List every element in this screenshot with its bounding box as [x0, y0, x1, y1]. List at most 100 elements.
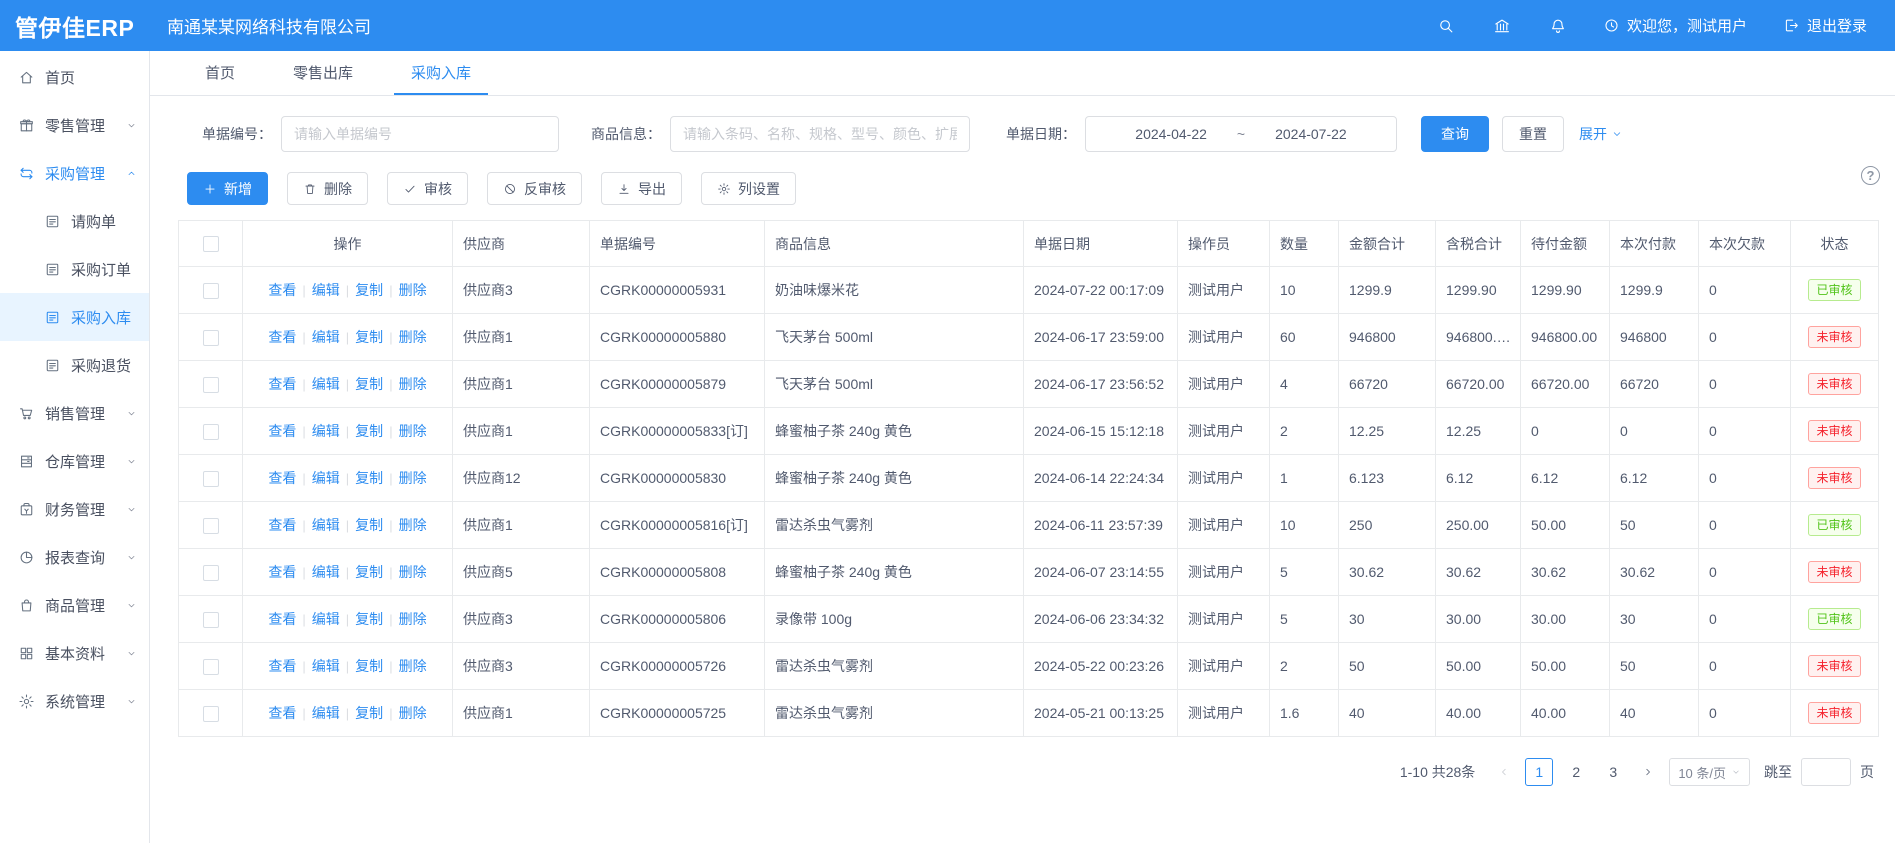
sidebar-item-sales-mgmt[interactable]: 销售管理: [0, 389, 149, 437]
export-button[interactable]: 导出: [601, 172, 682, 205]
action-view-link[interactable]: 查看: [268, 470, 296, 486]
action-view-link[interactable]: 查看: [268, 423, 296, 439]
action-edit-link[interactable]: 编辑: [312, 423, 340, 439]
sidebar-item-retail-mgmt[interactable]: 零售管理: [0, 101, 149, 149]
page-size-select[interactable]: 10 条/页: [1669, 758, 1750, 786]
tab-purchase-inbound[interactable]: 采购入库: [394, 51, 488, 95]
action-copy-link[interactable]: 复制: [355, 282, 383, 298]
row-checkbox[interactable]: [203, 283, 219, 299]
row-checkbox[interactable]: [203, 565, 219, 581]
action-view-link[interactable]: 查看: [268, 564, 296, 580]
sidebar-item-basic-data[interactable]: 基本资料: [0, 629, 149, 677]
product-info-input[interactable]: [670, 116, 970, 152]
page-button-2[interactable]: 2: [1562, 758, 1590, 786]
row-checkbox[interactable]: [203, 659, 219, 675]
action-view-link[interactable]: 查看: [268, 329, 296, 345]
search-icon[interactable]: [1437, 17, 1455, 35]
action-delete-link[interactable]: 删除: [399, 611, 427, 627]
sidebar-item-purchase-inbound[interactable]: 采购入库: [0, 293, 149, 341]
date-range-picker[interactable]: 2024-04-22 ~ 2024-07-22: [1085, 116, 1397, 152]
row-checkbox[interactable]: [203, 424, 219, 440]
date-separator: ~: [1237, 126, 1245, 142]
action-view-link[interactable]: 查看: [268, 658, 296, 674]
action-edit-link[interactable]: 编辑: [312, 705, 340, 721]
action-delete-link[interactable]: 删除: [399, 329, 427, 345]
action-copy-link[interactable]: 复制: [355, 611, 383, 627]
row-checkbox[interactable]: [203, 706, 219, 722]
action-edit-link[interactable]: 编辑: [312, 470, 340, 486]
action-view-link[interactable]: 查看: [268, 282, 296, 298]
page-jump-input[interactable]: [1801, 758, 1851, 786]
action-delete-link[interactable]: 删除: [399, 470, 427, 486]
select-all-checkbox[interactable]: [203, 236, 219, 252]
action-edit-link[interactable]: 编辑: [312, 564, 340, 580]
cell-tax_amount: 1299.90: [1436, 267, 1521, 314]
action-copy-link[interactable]: 复制: [355, 423, 383, 439]
column-settings-button[interactable]: 列设置: [701, 172, 796, 205]
sidebar-item-home[interactable]: 首页: [0, 53, 149, 101]
action-edit-link[interactable]: 编辑: [312, 517, 340, 533]
delete-button[interactable]: 删除: [287, 172, 368, 205]
add-button[interactable]: 新增: [187, 172, 268, 205]
action-copy-link[interactable]: 复制: [355, 517, 383, 533]
page-button-1[interactable]: 1: [1525, 758, 1553, 786]
action-delete-link[interactable]: 删除: [399, 705, 427, 721]
action-delete-link[interactable]: 删除: [399, 564, 427, 580]
page-button-3[interactable]: 3: [1599, 758, 1627, 786]
sidebar-item-warehouse-mgmt[interactable]: 仓库管理: [0, 437, 149, 485]
tab-home[interactable]: 首页: [188, 51, 252, 95]
search-button[interactable]: 查询: [1421, 116, 1489, 152]
expand-link[interactable]: 展开: [1579, 124, 1623, 144]
action-edit-link[interactable]: 编辑: [312, 376, 340, 392]
prev-page-button[interactable]: [1492, 758, 1516, 786]
action-delete-link[interactable]: 删除: [399, 282, 427, 298]
welcome-user[interactable]: 欢迎您，测试用户: [1603, 15, 1747, 36]
action-view-link[interactable]: 查看: [268, 705, 296, 721]
row-checkbox[interactable]: [203, 518, 219, 534]
action-edit-link[interactable]: 编辑: [312, 282, 340, 298]
action-delete-link[interactable]: 删除: [399, 423, 427, 439]
bill-no-input[interactable]: [281, 116, 559, 152]
logout-button[interactable]: 退出登录: [1783, 15, 1867, 36]
action-copy-link[interactable]: 复制: [355, 705, 383, 721]
action-edit-link[interactable]: 编辑: [312, 611, 340, 627]
row-checkbox[interactable]: [203, 612, 219, 628]
action-delete-link[interactable]: 删除: [399, 517, 427, 533]
action-delete-link[interactable]: 删除: [399, 658, 427, 674]
sidebar-item-purchase-request[interactable]: 请购单: [0, 197, 149, 245]
actions-cell: 查看|编辑|复制|删除: [243, 596, 453, 643]
action-copy-link[interactable]: 复制: [355, 658, 383, 674]
row-checkbox[interactable]: [203, 330, 219, 346]
action-copy-link[interactable]: 复制: [355, 329, 383, 345]
sidebar-item-report-query[interactable]: 报表查询: [0, 533, 149, 581]
row-checkbox[interactable]: [203, 471, 219, 487]
audit-button[interactable]: 审核: [387, 172, 468, 205]
action-edit-link[interactable]: 编辑: [312, 329, 340, 345]
action-view-link[interactable]: 查看: [268, 611, 296, 627]
reset-button[interactable]: 重置: [1502, 116, 1564, 152]
sidebar-item-purchase-order[interactable]: 采购订单: [0, 245, 149, 293]
action-edit-link[interactable]: 编辑: [312, 658, 340, 674]
row-checkbox[interactable]: [203, 377, 219, 393]
date-from-value[interactable]: 2024-04-22: [1135, 126, 1207, 142]
date-to-value[interactable]: 2024-07-22: [1275, 126, 1347, 142]
sidebar-item-finance-mgmt[interactable]: 财务管理: [0, 485, 149, 533]
cell-supplier: 供应商5: [453, 549, 590, 596]
help-icon[interactable]: ?: [1861, 166, 1880, 185]
cell-payable: 946800.00: [1521, 314, 1610, 361]
sidebar-item-purchase-mgmt[interactable]: 采购管理: [0, 149, 149, 197]
action-copy-link[interactable]: 复制: [355, 376, 383, 392]
unaudit-button[interactable]: 反审核: [487, 172, 582, 205]
action-view-link[interactable]: 查看: [268, 517, 296, 533]
sidebar-item-purchase-return[interactable]: 采购退货: [0, 341, 149, 389]
action-delete-link[interactable]: 删除: [399, 376, 427, 392]
action-copy-link[interactable]: 复制: [355, 470, 383, 486]
tab-retail-outbound[interactable]: 零售出库: [276, 51, 370, 95]
sidebar-item-goods-mgmt[interactable]: 商品管理: [0, 581, 149, 629]
bank-icon[interactable]: [1493, 17, 1511, 35]
sidebar-item-system-mgmt[interactable]: 系统管理: [0, 677, 149, 725]
action-view-link[interactable]: 查看: [268, 376, 296, 392]
action-copy-link[interactable]: 复制: [355, 564, 383, 580]
bell-icon[interactable]: [1549, 17, 1567, 35]
next-page-button[interactable]: [1636, 758, 1660, 786]
